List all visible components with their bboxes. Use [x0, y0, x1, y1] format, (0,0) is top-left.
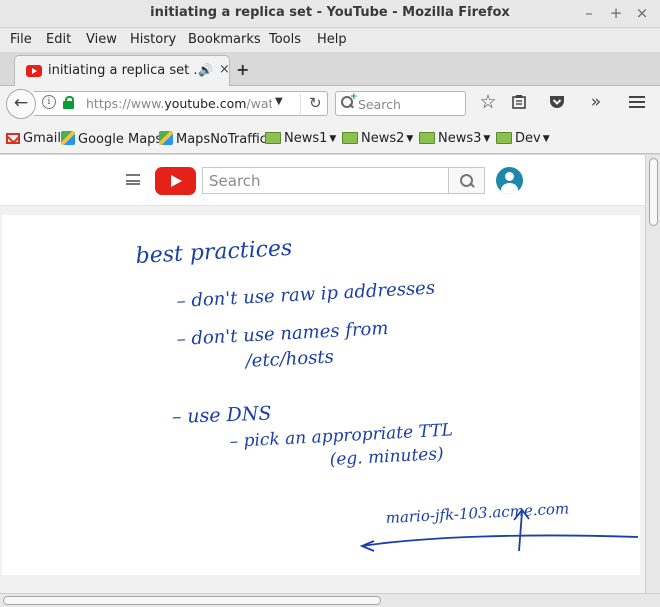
chevron-down-icon: ▼: [406, 134, 414, 144]
whiteboard-line: – use DNS: [171, 403, 271, 428]
bookmarks-toolbar: Gmail Google Maps MapsNoTraffic News1 ▼ N…: [0, 122, 660, 154]
lock-icon[interactable]: [63, 96, 74, 109]
arrow-line: [361, 534, 639, 547]
url-suffix: /watch?: [246, 96, 272, 111]
whiteboard-line: best practices: [135, 236, 293, 269]
close-button[interactable]: ×: [633, 4, 651, 22]
new-tab-button[interactable]: +: [236, 60, 249, 79]
youtube-search-placeholder: Search: [209, 172, 261, 190]
folder-icon: [419, 132, 435, 144]
maps-icon: [159, 131, 173, 145]
bookmark-label: News3: [438, 131, 482, 146]
whiteboard-line: (eg. minutes): [329, 444, 444, 470]
youtube-icon: [26, 65, 42, 77]
search-placeholder: Search: [358, 97, 401, 112]
avatar[interactable]: [496, 167, 523, 194]
navigation-toolbar: i https://www.youtube.com/watch? ▼ ↻ ← +…: [0, 86, 660, 122]
tab-youtube[interactable]: initiating a replica set ... 🔊 ×: [14, 55, 230, 86]
menu-history[interactable]: History: [130, 32, 176, 47]
bookmark-label: News2: [361, 131, 405, 146]
maps-icon: [61, 131, 75, 145]
bookmark-label: News1: [284, 131, 328, 146]
dropdown-icon[interactable]: ▼: [275, 96, 283, 107]
window-title: initiating a replica set - YouTube - Moz…: [150, 5, 510, 20]
url-text[interactable]: https://www.youtube.com/watch?: [86, 96, 272, 111]
back-button[interactable]: ←: [6, 89, 36, 119]
youtube-search-input[interactable]: Search: [202, 167, 449, 194]
whiteboard-drawing: best practices – don't use raw ip addres…: [135, 236, 639, 552]
menu-bookmarks[interactable]: Bookmarks: [188, 32, 261, 47]
menu-view[interactable]: View: [86, 32, 117, 47]
bookmark-folder-dev[interactable]: Dev ▼: [496, 131, 550, 146]
folder-icon: [265, 132, 281, 144]
chevron-down-icon: ▼: [542, 134, 550, 144]
vertical-scrollbar[interactable]: [645, 155, 660, 595]
video-player[interactable]: best practices – don't use raw ip addres…: [2, 215, 640, 575]
whiteboard-line: /etc/hosts: [243, 346, 334, 372]
star-icon[interactable]: ☆: [478, 91, 498, 113]
add-engine-icon: +: [350, 92, 358, 102]
guide-menu-icon[interactable]: [126, 174, 140, 185]
info-icon[interactable]: i: [42, 95, 56, 109]
gmail-icon: [6, 133, 20, 144]
menu-bar: File Edit View History Bookmarks Tools H…: [0, 28, 660, 52]
bookmark-label: Dev: [515, 131, 541, 146]
menu-icon[interactable]: [627, 94, 647, 113]
vertical-scroll-thumb[interactable]: [649, 158, 658, 226]
window-titlebar: initiating a replica set - YouTube - Moz…: [0, 0, 660, 28]
search-input[interactable]: + Search: [335, 91, 466, 116]
chevron-down-icon: ▼: [483, 134, 491, 144]
horizontal-scrollbar[interactable]: [0, 593, 660, 607]
page-content: Search best practices – don't use raw ip…: [0, 155, 645, 595]
bookmark-google-maps[interactable]: Google Maps: [61, 131, 162, 147]
minimize-button[interactable]: –: [580, 4, 598, 22]
bookmark-label: Google Maps: [78, 132, 163, 147]
reload-icon[interactable]: ↻: [300, 94, 322, 114]
youtube-logo[interactable]: [155, 167, 196, 195]
whiteboard-line: – don't use raw ip addresses: [176, 277, 435, 312]
bookmark-gmail[interactable]: Gmail: [6, 131, 61, 146]
url-prefix: https://www.: [86, 96, 165, 111]
whiteboard-line: – don't use names from: [176, 318, 389, 350]
bookmark-folder-news2[interactable]: News2 ▼: [342, 131, 413, 146]
tab-close-icon[interactable]: ×: [219, 62, 230, 77]
maximize-button[interactable]: +: [607, 4, 625, 22]
back-icon: ←: [13, 93, 29, 113]
tab-title: initiating a replica set ...: [48, 63, 206, 78]
folder-icon: [342, 132, 358, 144]
menu-tools[interactable]: Tools: [269, 32, 301, 47]
menu-help[interactable]: Help: [317, 32, 347, 47]
reading-list-icon[interactable]: [509, 94, 529, 114]
youtube-header: Search: [0, 155, 645, 206]
pocket-icon[interactable]: [547, 94, 567, 114]
whiteboard-line: mario-jfk-103.acme.com: [385, 499, 569, 527]
bookmark-label: MapsNoTraffic: [176, 132, 267, 147]
tab-strip: initiating a replica set ... 🔊 × +: [0, 52, 660, 86]
url-bar[interactable]: i https://www.youtube.com/watch? ▼ ↻: [34, 91, 328, 116]
bookmark-folder-news1[interactable]: News1 ▼: [265, 131, 336, 146]
youtube-search-button[interactable]: [448, 167, 485, 194]
chevron-down-icon: ▼: [329, 134, 337, 144]
menu-edit[interactable]: Edit: [46, 32, 71, 47]
horizontal-scroll-thumb[interactable]: [3, 596, 381, 605]
bookmark-mapsnotraffic[interactable]: MapsNoTraffic: [159, 131, 267, 147]
speaker-icon[interactable]: 🔊: [198, 63, 213, 77]
url-domain: youtube.com: [164, 96, 247, 111]
bookmark-folder-news3[interactable]: News3 ▼: [419, 131, 490, 146]
folder-icon: [496, 132, 512, 144]
menu-file[interactable]: File: [10, 32, 32, 47]
overflow-icon[interactable]: »: [586, 92, 606, 112]
bookmark-label: Gmail: [23, 131, 61, 146]
